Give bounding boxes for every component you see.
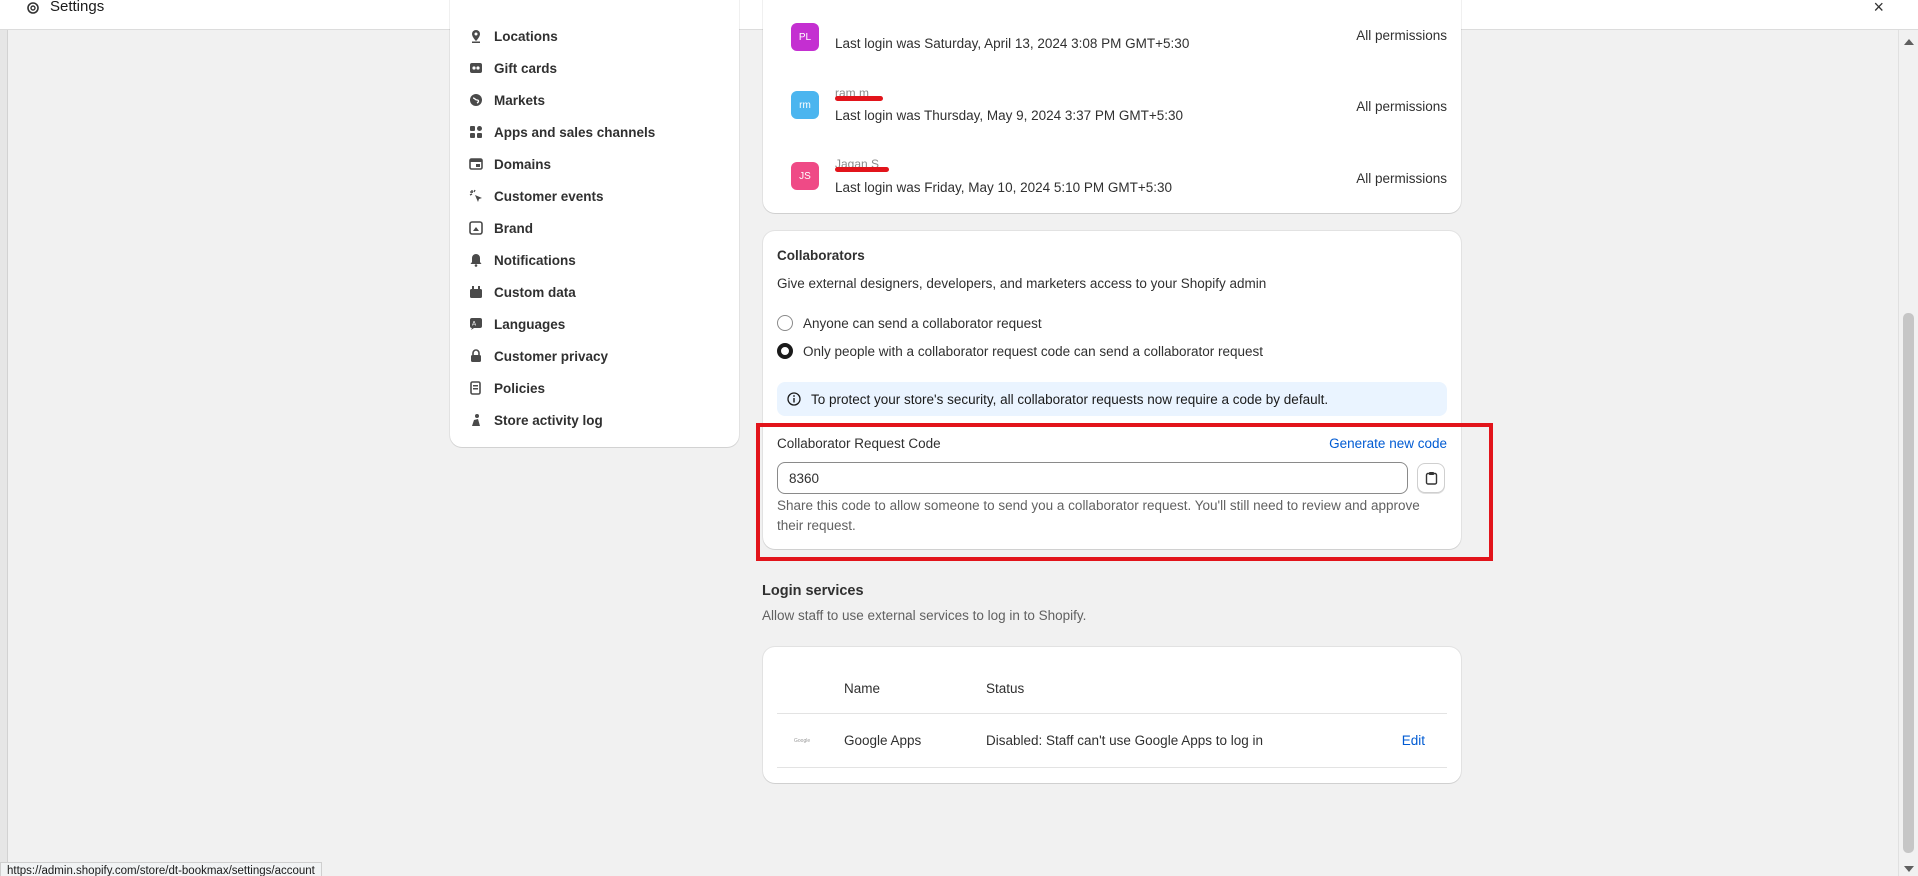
gear-icon <box>27 2 39 14</box>
scrollbar-thumb[interactable] <box>1903 313 1914 853</box>
sidebar-item-customer-events[interactable]: Customer events <box>468 183 728 209</box>
globe-icon <box>468 92 484 108</box>
sidebar-item-label: Customer privacy <box>494 348 609 364</box>
copy-code-button[interactable] <box>1417 463 1445 493</box>
policies-icon <box>468 380 484 396</box>
collaborators-description: Give external designers, developers, and… <box>777 276 1267 291</box>
sidebar-item-label: Policies <box>494 380 546 396</box>
sidebar-item-label: Apps and sales channels <box>494 124 656 140</box>
sidebar-item-label: Custom data <box>494 284 576 300</box>
login-services-subtitle: Allow staff to use external services to … <box>762 608 1087 623</box>
sidebar-item-markets[interactable]: Markets <box>468 87 728 113</box>
avatar: rm <box>791 91 819 119</box>
sidebar-item-gift-cards[interactable]: Gift cards <box>468 55 728 81</box>
redaction-mark <box>835 96 883 101</box>
last-login-text: Last login was Friday, May 10, 2024 5:10… <box>835 180 1173 195</box>
column-header-name: Name <box>844 681 881 696</box>
sidebar-item-label: Gift cards <box>494 60 558 76</box>
info-icon <box>787 392 801 406</box>
cursor-click-icon <box>468 188 484 204</box>
login-services-card: Name Status Google Google Apps Disabled:… <box>763 647 1461 783</box>
collaborators-title: Collaborators <box>777 248 865 263</box>
generate-new-code-link[interactable]: Generate new code <box>1329 436 1447 451</box>
staff-row[interactable]: rm ram m Last login was Thursday, May 9,… <box>777 86 1447 131</box>
left-edge <box>0 30 8 876</box>
sidebar-item-policies[interactable]: Policies <box>468 375 728 401</box>
apps-icon <box>468 124 484 140</box>
lock-icon <box>468 348 484 364</box>
divider <box>777 713 1447 714</box>
avatar: JS <box>791 162 819 190</box>
bell-icon <box>468 252 484 268</box>
last-login-text: Last login was Thursday, May 9, 2024 3:3… <box>835 108 1184 123</box>
vertical-scrollbar[interactable] <box>1898 30 1918 876</box>
last-login-text: Last login was Saturday, April 13, 2024 … <box>835 36 1190 51</box>
close-icon[interactable]: × <box>1873 0 1884 18</box>
column-header-status: Status <box>986 681 1025 696</box>
google-logo: Google <box>794 738 811 744</box>
radio-label: Anyone can send a collaborator request <box>803 315 1042 331</box>
sidebar-item-customer-privacy[interactable]: Customer privacy <box>468 343 728 369</box>
radio-button[interactable] <box>777 343 793 359</box>
location-pin-icon <box>468 28 484 44</box>
request-code-label: Collaborator Request Code <box>777 436 941 451</box>
scroll-up-arrow-icon[interactable] <box>1904 39 1914 45</box>
sidebar-item-notifications[interactable]: Notifications <box>468 247 728 273</box>
service-status: Disabled: Staff can't use Google Apps to… <box>986 733 1264 748</box>
scroll-down-arrow-icon[interactable] <box>1904 866 1914 872</box>
sidebar-item-brand[interactable]: Brand <box>468 215 728 241</box>
sidebar-item-apps[interactable]: Apps and sales channels <box>468 119 728 145</box>
gift-card-icon <box>468 60 484 76</box>
permissions-label: All permissions <box>1356 99 1447 114</box>
sidebar-item-label: Notifications <box>494 252 576 268</box>
sidebar-item-locations[interactable]: Locations <box>468 23 728 49</box>
sidebar-item-label: Markets <box>494 92 546 108</box>
browser-status-url: https://admin.shopify.com/store/dt-bookm… <box>0 862 322 876</box>
permissions-label: All permissions <box>1356 171 1447 186</box>
security-info-banner: To protect your store's security, all co… <box>777 382 1447 416</box>
settings-sidebar: Locations Gift cards Markets Apps and sa… <box>450 0 739 447</box>
permissions-label: All permissions <box>1356 28 1447 43</box>
sidebar-item-label: Brand <box>494 220 534 236</box>
sidebar-item-custom-data[interactable]: Custom data <box>468 279 728 305</box>
staff-row[interactable]: PL Last login was Saturday, April 13, 20… <box>777 21 1447 61</box>
service-name: Google Apps <box>844 733 922 748</box>
staff-accounts-card: PL Last login was Saturday, April 13, 20… <box>763 0 1461 213</box>
domain-icon <box>468 156 484 172</box>
sidebar-item-label: Customer events <box>494 188 604 204</box>
avatar: PL <box>791 23 819 51</box>
radio-label: Only people with a collaborator request … <box>803 343 1264 359</box>
sidebar-item-label: Languages <box>494 316 566 332</box>
sidebar-item-languages[interactable]: A Languages <box>468 311 728 337</box>
activity-log-icon <box>468 412 484 428</box>
staff-row[interactable]: JS Jagan S Last login was Friday, May 10… <box>777 157 1447 202</box>
banner-text: To protect your store's security, all co… <box>811 391 1329 407</box>
edit-link[interactable]: Edit <box>1402 733 1425 748</box>
radio-anyone[interactable]: Anyone can send a collaborator request <box>777 315 1042 331</box>
clipboard-icon <box>1425 472 1437 485</box>
sidebar-item-label: Store activity log <box>494 412 603 428</box>
request-code-help: Share this code to allow someone to send… <box>777 498 1420 533</box>
sidebar-item-label: Domains <box>494 156 552 172</box>
sidebar-item-label: Locations <box>494 28 558 44</box>
sidebar-item-store-activity-log[interactable]: Store activity log <box>468 407 728 433</box>
redaction-mark <box>835 167 889 172</box>
radio-code-only[interactable]: Only people with a collaborator request … <box>777 343 1263 359</box>
language-icon: A <box>468 316 484 332</box>
custom-data-icon <box>468 284 484 300</box>
request-code-input[interactable] <box>777 462 1408 494</box>
sidebar-item-domains[interactable]: Domains <box>468 151 728 177</box>
login-services-title: Login services <box>762 583 864 599</box>
divider <box>777 767 1447 768</box>
radio-button[interactable] <box>777 315 793 331</box>
collaborators-card: Collaborators Give external designers, d… <box>763 231 1461 549</box>
window-title: Settings <box>50 0 105 15</box>
brand-icon <box>468 220 484 236</box>
